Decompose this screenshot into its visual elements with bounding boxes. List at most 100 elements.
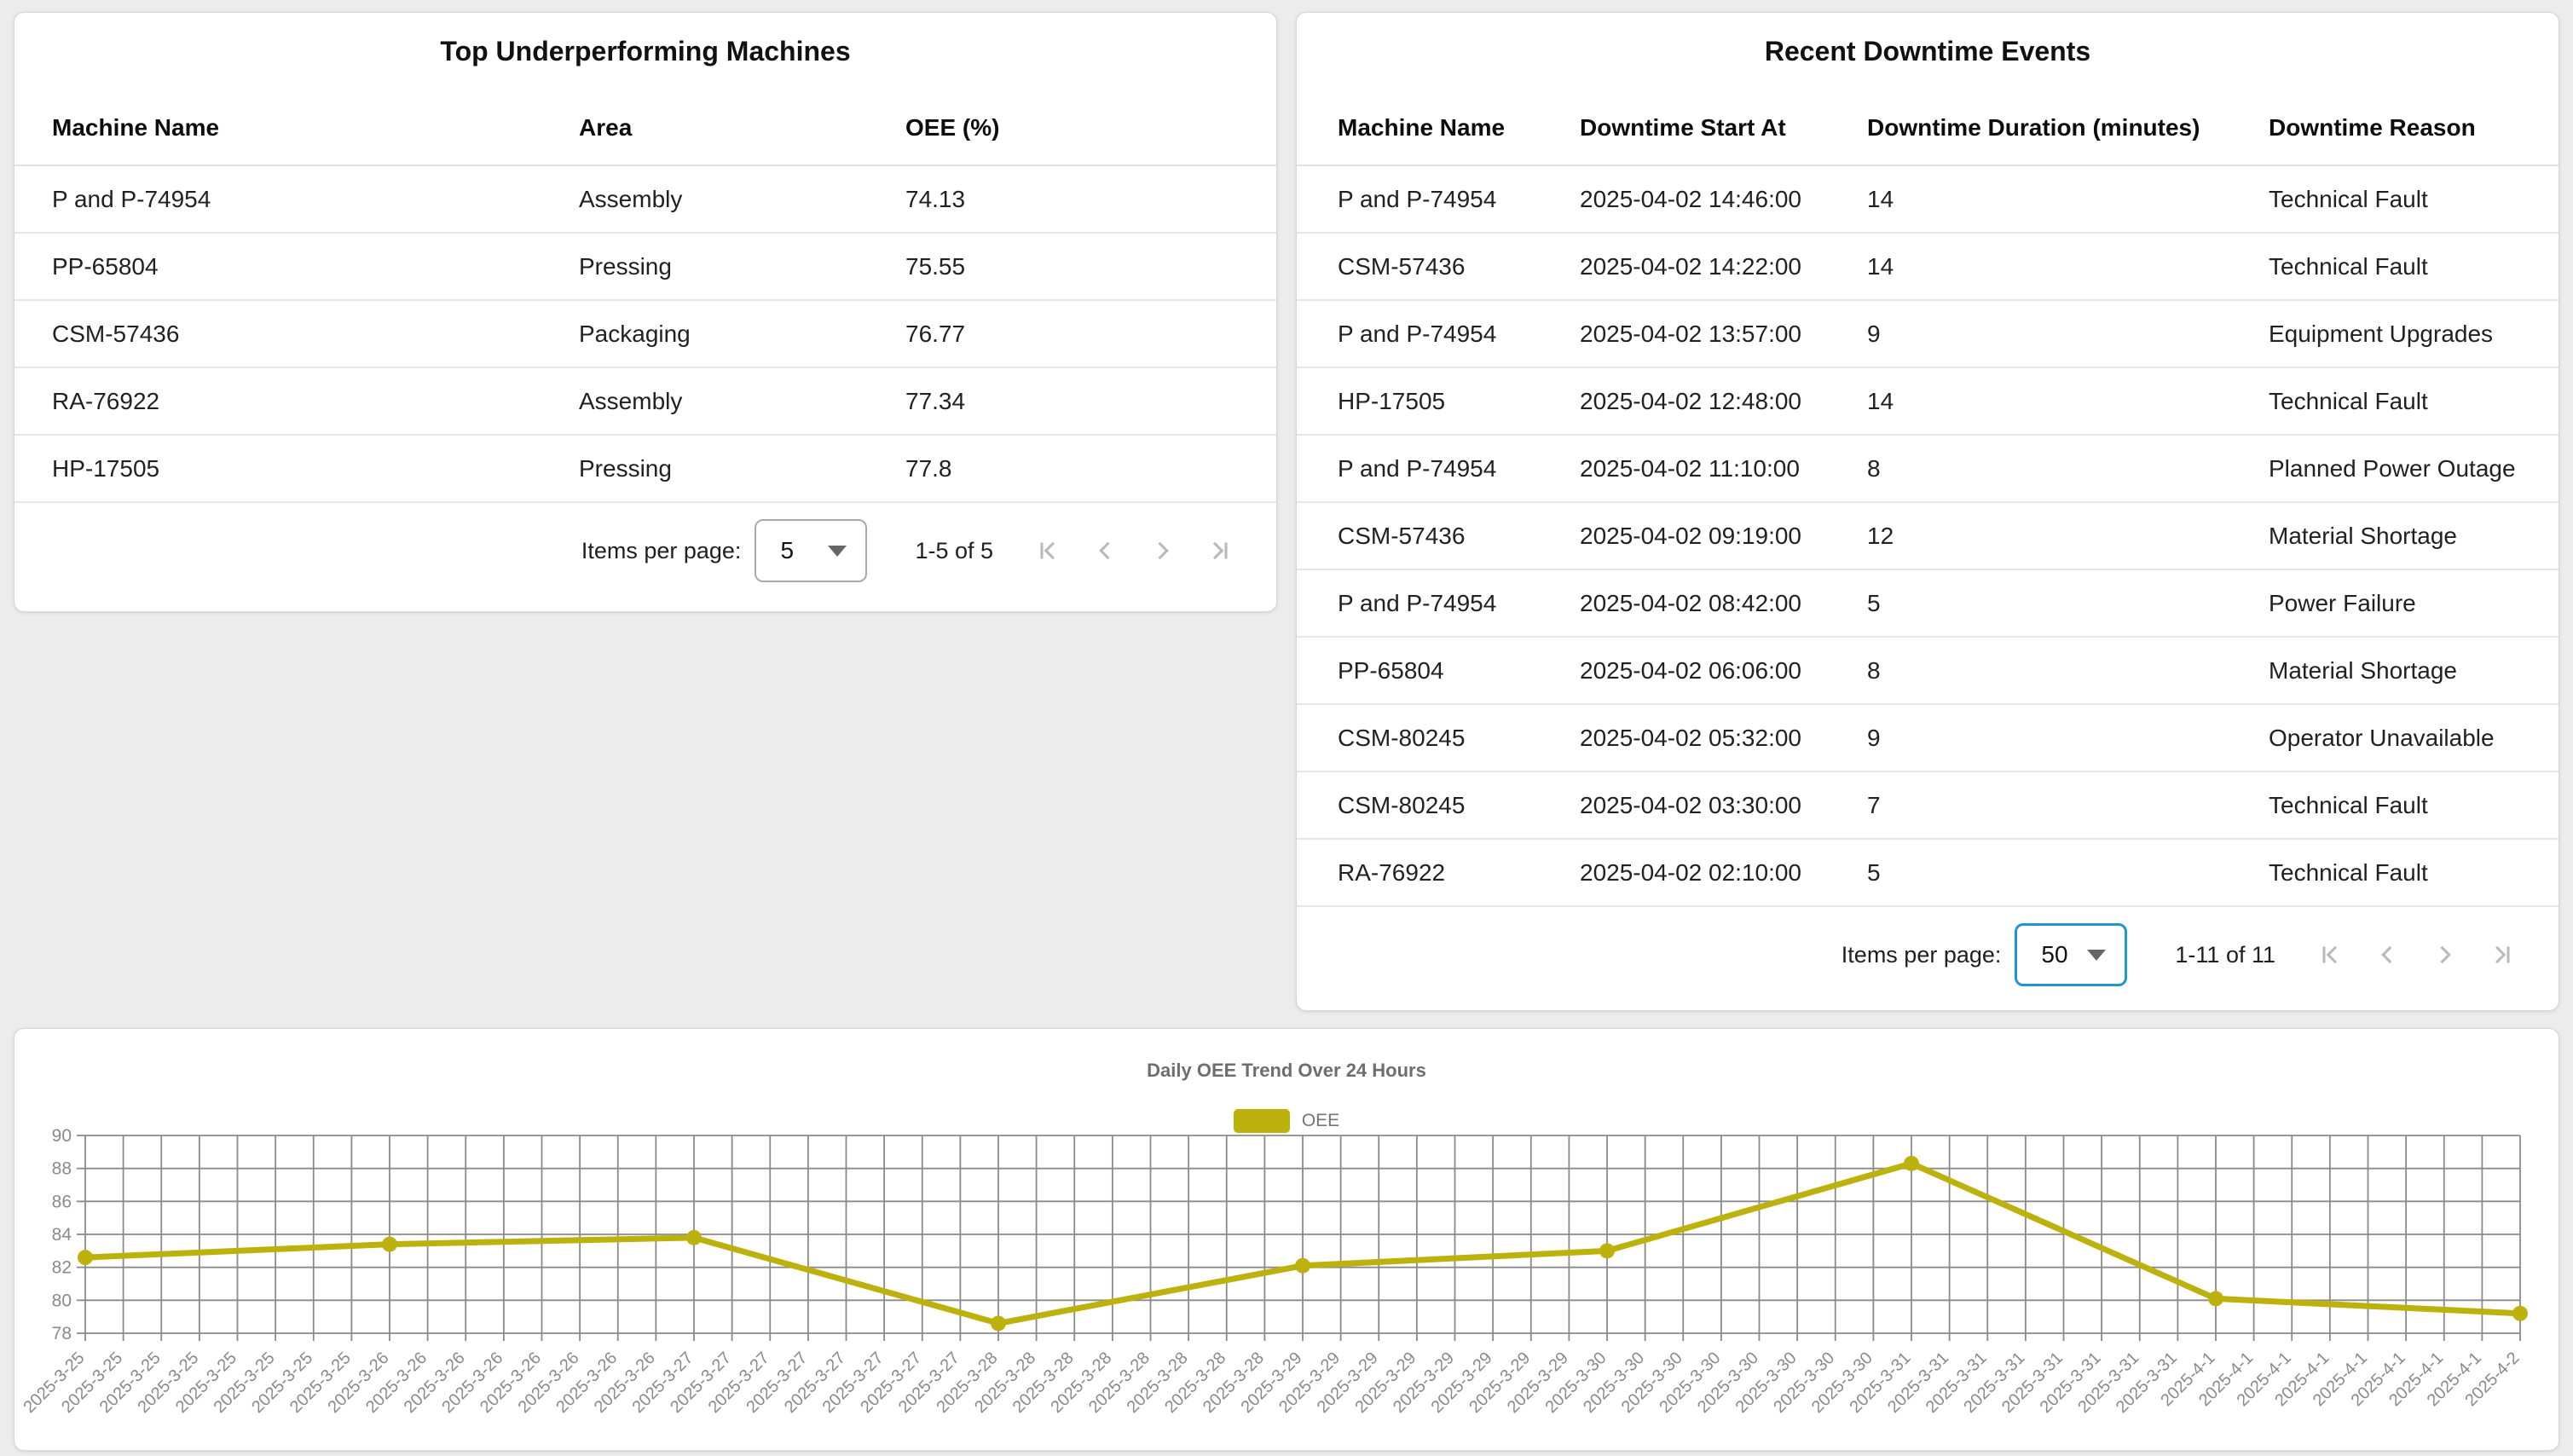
last-page-icon [2487, 939, 2519, 971]
chevron-right-icon [2429, 939, 2461, 971]
cell-machine-name: P and P-74954 [1338, 186, 1580, 213]
cell-machine-name: P and P-74954 [1338, 455, 1580, 482]
pagination-controls [1031, 534, 1237, 567]
cell-downtime-start: 2025-04-02 06:06:00 [1580, 657, 1867, 685]
items-per-page-select[interactable]: 50 [2015, 923, 2127, 986]
table-row: CSM-57436 Packaging 76.77 [14, 301, 1276, 368]
cell-downtime-reason: Planned Power Outage [2269, 455, 2518, 482]
page-range-label: 1-11 of 11 [2175, 942, 2275, 968]
oee-data-point [1904, 1156, 1919, 1171]
y-tick-label: 78 [52, 1324, 72, 1343]
cell-machine-name: PP-65804 [1338, 657, 1580, 685]
table-row: RA-76922 2025-04-02 02:10:00 5 Technical… [1297, 840, 2559, 907]
cell-downtime-start: 2025-04-02 14:22:00 [1580, 253, 1867, 280]
cell-downtime-reason: Material Shortage [2269, 523, 2518, 550]
table-row: P and P-74954 2025-04-02 14:46:00 14 Tec… [1297, 166, 2559, 234]
cell-downtime-duration: 5 [1867, 859, 2269, 887]
card-title-top-underperforming: Top Underperforming Machines [14, 35, 1276, 67]
page-size-value: 5 [756, 537, 794, 564]
cell-downtime-reason: Technical Fault [2269, 388, 2518, 415]
cell-downtime-duration: 5 [1867, 590, 2269, 617]
items-per-page-label: Items per page: [1842, 942, 2002, 968]
y-tick-label: 86 [52, 1192, 72, 1211]
cell-downtime-reason: Technical Fault [2269, 792, 2518, 819]
y-tick-label: 82 [52, 1258, 72, 1278]
paginator: Items per page: 50 1-11 of 11 [1297, 921, 2559, 989]
chevron-left-icon [1089, 534, 1121, 567]
cell-downtime-start: 2025-04-02 13:57:00 [1580, 321, 1867, 348]
previous-page-button[interactable] [2371, 939, 2403, 971]
cell-area: Pressing [579, 455, 905, 482]
cell-downtime-reason: Equipment Upgrades [2269, 321, 2518, 348]
next-page-button[interactable] [2429, 939, 2461, 971]
first-page-icon [2313, 939, 2345, 971]
daily-oee-trend-card: Daily OEE Trend Over 24 Hours OEE 788082… [14, 1028, 2559, 1451]
page-size-value: 50 [2017, 941, 2067, 968]
last-page-icon [1205, 534, 1237, 567]
last-page-button[interactable] [2487, 939, 2519, 971]
table-row: P and P-74954 2025-04-02 11:10:00 8 Plan… [1297, 436, 2559, 503]
cell-machine-name: HP-17505 [52, 455, 579, 482]
cell-downtime-reason: Operator Unavailable [2269, 725, 2518, 752]
cell-machine-name: RA-76922 [52, 388, 579, 415]
y-tick-label: 88 [52, 1159, 72, 1179]
table-row: HP-17505 Pressing 77.8 [14, 436, 1276, 503]
column-header-oee: OEE (%) [905, 114, 1239, 142]
first-page-button[interactable] [1031, 534, 1063, 567]
next-page-button[interactable] [1147, 534, 1179, 567]
last-page-button[interactable] [1205, 534, 1237, 567]
pagination-controls [2313, 939, 2519, 971]
cell-downtime-duration: 14 [1867, 388, 2269, 415]
chevron-down-icon [828, 546, 847, 557]
table-row: CSM-80245 2025-04-02 05:32:00 9 Operator… [1297, 705, 2559, 772]
column-header-downtime-start: Downtime Start At [1580, 114, 1867, 142]
cell-machine-name: CSM-80245 [1338, 725, 1580, 752]
cell-machine-name: CSM-80245 [1338, 792, 1580, 819]
cell-downtime-duration: 9 [1867, 321, 2269, 348]
cell-area: Packaging [579, 321, 905, 348]
oee-data-point [78, 1250, 93, 1265]
table-row: RA-76922 Assembly 77.34 [14, 368, 1276, 436]
table-row: P and P-74954 Assembly 74.13 [14, 166, 1276, 234]
cell-downtime-start: 2025-04-02 03:30:00 [1580, 792, 1867, 819]
cell-area: Pressing [579, 253, 905, 280]
oee-data-point [1599, 1243, 1615, 1258]
cell-downtime-duration: 8 [1867, 657, 2269, 685]
cell-area: Assembly [579, 388, 905, 415]
cell-downtime-start: 2025-04-02 08:42:00 [1580, 590, 1867, 617]
cell-downtime-start: 2025-04-02 11:10:00 [1580, 455, 1867, 482]
cell-machine-name: CSM-57436 [1338, 253, 1580, 280]
cell-downtime-reason: Technical Fault [2269, 186, 2518, 213]
oee-data-point [1295, 1258, 1310, 1274]
cell-machine-name: RA-76922 [1338, 859, 1580, 887]
chevron-right-icon [1147, 534, 1179, 567]
cell-machine-name: P and P-74954 [1338, 321, 1580, 348]
column-header-downtime-reason: Downtime Reason [2269, 114, 2518, 142]
cell-downtime-duration: 7 [1867, 792, 2269, 819]
table-row: CSM-57436 2025-04-02 09:19:00 12 Materia… [1297, 503, 2559, 570]
card-title-recent-downtime: Recent Downtime Events [1297, 35, 2559, 67]
cell-oee: 74.13 [905, 186, 1239, 213]
cell-downtime-start: 2025-04-02 14:46:00 [1580, 186, 1867, 213]
column-header-machine-name: Machine Name [52, 114, 579, 142]
table-header-row: Machine Name Area OEE (%) [14, 91, 1276, 166]
chart-title: Daily OEE Trend Over 24 Hours [14, 1060, 2559, 1082]
column-header-machine-name: Machine Name [1338, 114, 1580, 142]
items-per-page-label: Items per page: [581, 538, 742, 564]
table-row: P and P-74954 2025-04-02 08:42:00 5 Powe… [1297, 570, 2559, 638]
cell-oee: 77.34 [905, 388, 1239, 415]
oee-data-point [2512, 1306, 2528, 1321]
cell-machine-name: PP-65804 [52, 253, 579, 280]
previous-page-button[interactable] [1089, 534, 1121, 567]
oee-trend-chart: 788082848688902025-3-252025-3-252025-3-2… [14, 1128, 2560, 1452]
cell-machine-name: HP-17505 [1338, 388, 1580, 415]
cell-oee: 77.8 [905, 455, 1239, 482]
chevron-down-icon [2087, 950, 2106, 961]
first-page-button[interactable] [2313, 939, 2345, 971]
first-page-icon [1031, 534, 1063, 567]
items-per-page-select[interactable]: 5 [755, 519, 867, 582]
oee-data-point [991, 1315, 1006, 1331]
page-range-label: 1-5 of 5 [915, 538, 993, 564]
cell-downtime-start: 2025-04-02 09:19:00 [1580, 523, 1867, 550]
cell-oee: 76.77 [905, 321, 1239, 348]
